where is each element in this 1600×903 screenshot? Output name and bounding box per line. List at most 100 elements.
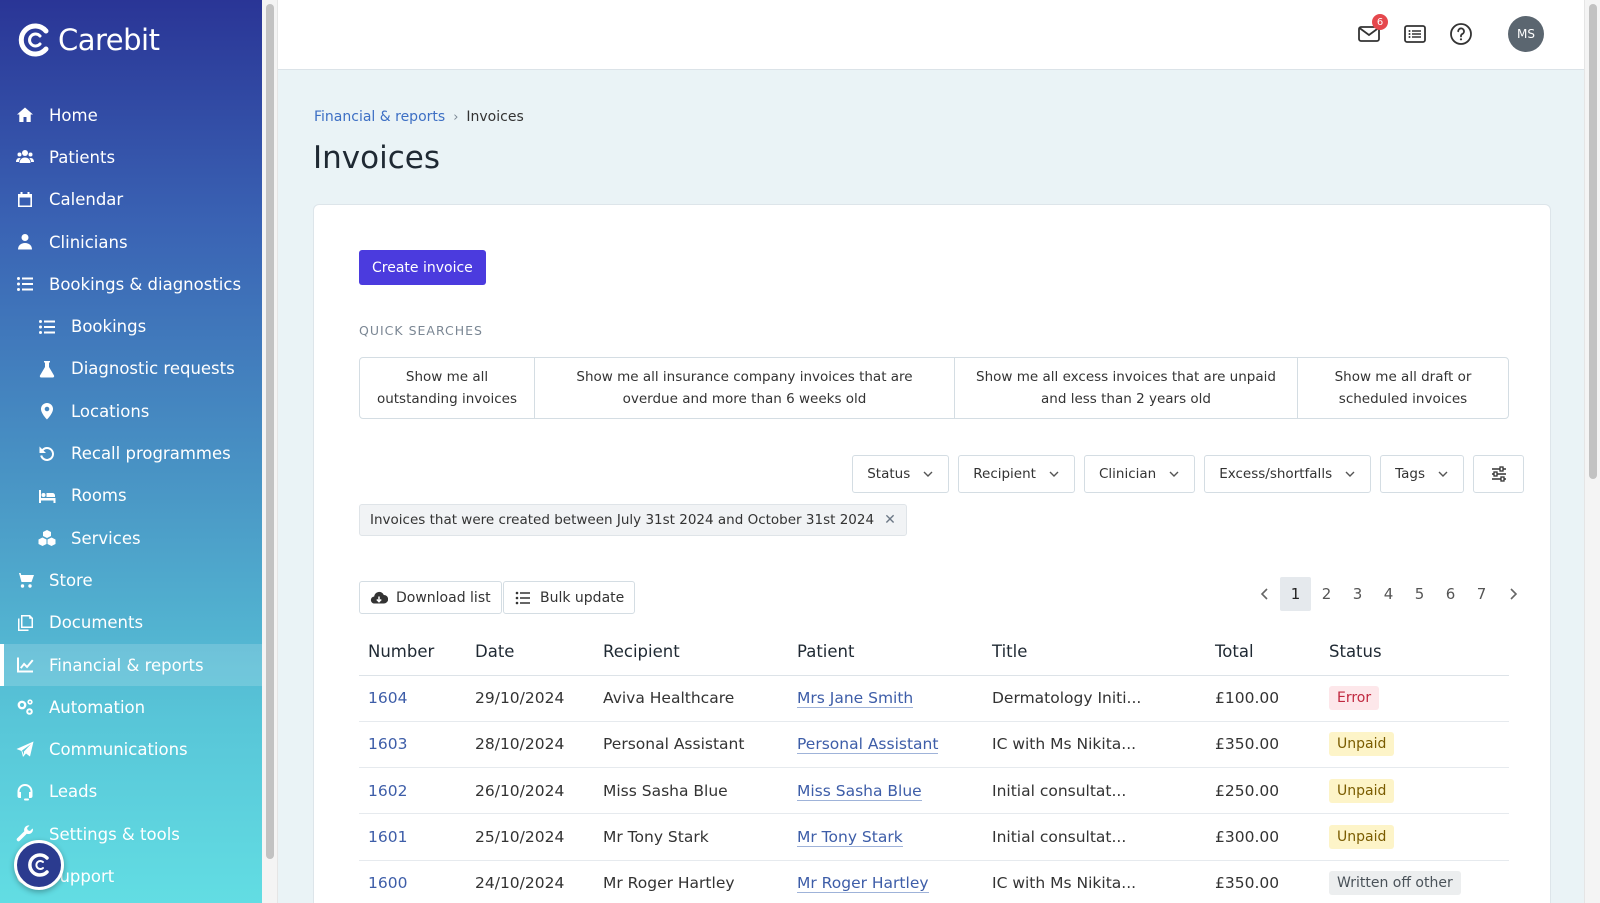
recipient-filter[interactable]: Recipient [958, 455, 1075, 493]
chevron-down-icon [1049, 471, 1059, 477]
carebit-logo[interactable]: Carebit [16, 22, 160, 58]
table-row[interactable]: 1604 29/10/2024 Aviva Healthcare Mrs Jane S… [359, 675, 1509, 722]
column-header-title[interactable]: Title [983, 629, 1206, 676]
sidebar-item-label: Documents [49, 613, 144, 633]
excess-shortfalls-filter[interactable]: Excess/shortfalls [1204, 455, 1372, 493]
clinician-filter[interactable]: Clinician [1083, 455, 1196, 493]
user-avatar[interactable]: MS [1508, 16, 1544, 52]
sidebar-item-home[interactable]: Home [0, 94, 262, 136]
sidebar-item-calendar[interactable]: Calendar [0, 179, 262, 221]
patient-link[interactable]: Miss Sasha Blue [797, 781, 922, 801]
download-list-label: Download list [396, 589, 491, 606]
cell-total: £300.00 [1206, 813, 1320, 861]
invoice-number-link[interactable]: 1602 [368, 782, 407, 800]
sidebar-item-communications[interactable]: Communications [0, 728, 262, 770]
sidebar-item-services[interactable]: Services [0, 517, 262, 559]
cell-total: £250.00 [1206, 767, 1320, 815]
column-header-status[interactable]: Status [1320, 629, 1509, 676]
tasks-button[interactable] [1402, 21, 1428, 47]
invoice-number-link[interactable]: 1600 [368, 874, 407, 892]
sidebar-item-bookings[interactable]: Bookings [0, 305, 262, 347]
help-button[interactable] [1448, 21, 1474, 47]
sidebar-item-bookings-and-diagnostics[interactable]: Bookings & diagnostics [0, 263, 262, 305]
download-list-button[interactable]: Download list [359, 581, 502, 614]
status-badge: Error [1329, 686, 1380, 711]
patient-link[interactable]: Mr Roger Hartley [797, 874, 929, 894]
create-invoice-button[interactable]: Create invoice [359, 250, 486, 285]
quick-searches-label: QUICK SEARCHES [359, 323, 483, 338]
column-header-date[interactable]: Date [466, 629, 594, 676]
invoices-table-body: 1604 29/10/2024 Aviva Healthcare Mrs Jane S… [359, 675, 1509, 903]
cell-patient: Mrs Jane Smith [788, 675, 983, 722]
breadcrumb-current: Invoices [466, 109, 524, 125]
column-header-patient[interactable]: Patient [788, 629, 983, 676]
pagination-next-button[interactable] [1497, 577, 1528, 611]
sidebar: Carebit Home Patients Calendar Clinicians Bo… [0, 0, 262, 903]
cell-date: 26/10/2024 [466, 767, 594, 815]
sliders-icon [1491, 466, 1506, 482]
invoice-number-link[interactable]: 1604 [368, 689, 407, 707]
quick-search-insurance-overdue[interactable]: Show me all insurance company invoices t… [535, 358, 955, 418]
sidebar-item-label: Bookings & diagnostics [49, 274, 242, 294]
column-header-recipient[interactable]: Recipient [594, 629, 788, 676]
table-row[interactable]: 1600 24/10/2024 Mr Roger Hartley Mr Roger H… [359, 860, 1509, 903]
sidebar-item-label: Communications [49, 740, 188, 760]
sidebar-item-automation[interactable]: Automation [0, 686, 262, 728]
cell-title: IC with Ms Nikita... [983, 860, 1206, 903]
table-row[interactable]: 1603 28/10/2024 Personal Assistant Personal… [359, 721, 1509, 769]
bulk-update-button[interactable]: Bulk update [503, 581, 636, 614]
column-header-number[interactable]: Number [359, 629, 466, 676]
cell-title: Initial consultat... [983, 767, 1206, 815]
sidebar-item-recall-programmes[interactable]: Recall programmes [0, 432, 262, 474]
sidebar-item-store[interactable]: Store [0, 559, 262, 601]
pagination-prev-button[interactable] [1249, 577, 1280, 611]
sidebar-item-locations[interactable]: Locations [0, 390, 262, 432]
page-1-button[interactable]: 1 [1280, 577, 1311, 611]
remove-filter-close-icon[interactable]: ✕ [884, 512, 896, 528]
invoice-number-link[interactable]: 1603 [368, 735, 407, 753]
quick-search-outstanding[interactable]: Show me all outstanding invoices [360, 358, 535, 418]
table-row[interactable]: 1602 26/10/2024 Miss Sasha Blue Miss Sasha … [359, 767, 1509, 815]
breadcrumb-parent-link[interactable]: Financial & reports [314, 109, 445, 125]
undo-icon [36, 443, 58, 465]
page-7-button[interactable]: 7 [1466, 577, 1497, 611]
recipient-filter-label: Recipient [973, 466, 1036, 482]
patient-link[interactable]: Mrs Jane Smith [797, 689, 914, 709]
documents-icon [14, 612, 36, 634]
sidebar-item-clinicians[interactable]: Clinicians [0, 221, 262, 263]
cart-icon [14, 569, 36, 591]
chevron-down-icon [1169, 471, 1179, 477]
sidebar-item-diagnostic-requests[interactable]: Diagnostic requests [0, 348, 262, 390]
page-4-button[interactable]: 4 [1373, 577, 1404, 611]
status-filter[interactable]: Status [852, 455, 950, 493]
headset-icon [14, 781, 36, 803]
sidebar-item-financial-and-reports[interactable]: Financial & reports [0, 643, 262, 687]
sidebar-item-rooms[interactable]: Rooms [0, 475, 262, 517]
page-6-button[interactable]: 6 [1435, 577, 1466, 611]
patient-link[interactable]: Personal Assistant [797, 735, 939, 755]
sidebar-item-leads[interactable]: Leads [0, 771, 262, 813]
tags-filter[interactable]: Tags [1380, 455, 1464, 493]
sidebar-scrollbar[interactable] [262, 0, 278, 903]
list-icon [14, 273, 36, 295]
sidebar-item-documents[interactable]: Documents [0, 602, 262, 644]
messages-button[interactable]: 6 [1356, 14, 1388, 47]
patient-link[interactable]: Mr Tony Stark [797, 828, 903, 848]
page-2-button[interactable]: 2 [1311, 577, 1342, 611]
page-scrollbar[interactable] [1584, 0, 1600, 903]
chevron-down-icon [923, 471, 933, 477]
cell-number: 1604 [359, 675, 466, 722]
quick-search-draft-scheduled[interactable]: Show me all draft or scheduled invoices [1298, 358, 1508, 418]
active-date-filter-text: Invoices that were created between July … [370, 512, 875, 528]
invoices-table: Number Date Recipient Patient Title Tota… [359, 629, 1509, 903]
column-header-total[interactable]: Total [1206, 629, 1320, 676]
page-3-button[interactable]: 3 [1342, 577, 1373, 611]
sidebar-item-patients[interactable]: Patients [0, 136, 262, 178]
page-5-button[interactable]: 5 [1404, 577, 1435, 611]
invoice-number-link[interactable]: 1601 [368, 828, 407, 846]
quick-search-excess-unpaid[interactable]: Show me all excess invoices that are unp… [955, 358, 1298, 418]
help-chat-button[interactable] [14, 840, 64, 890]
table-row[interactable]: 1601 25/10/2024 Mr Tony Stark Mr Tony Stark… [359, 813, 1509, 861]
advanced-filters-button[interactable] [1473, 455, 1524, 493]
chart-line-icon [14, 654, 36, 676]
